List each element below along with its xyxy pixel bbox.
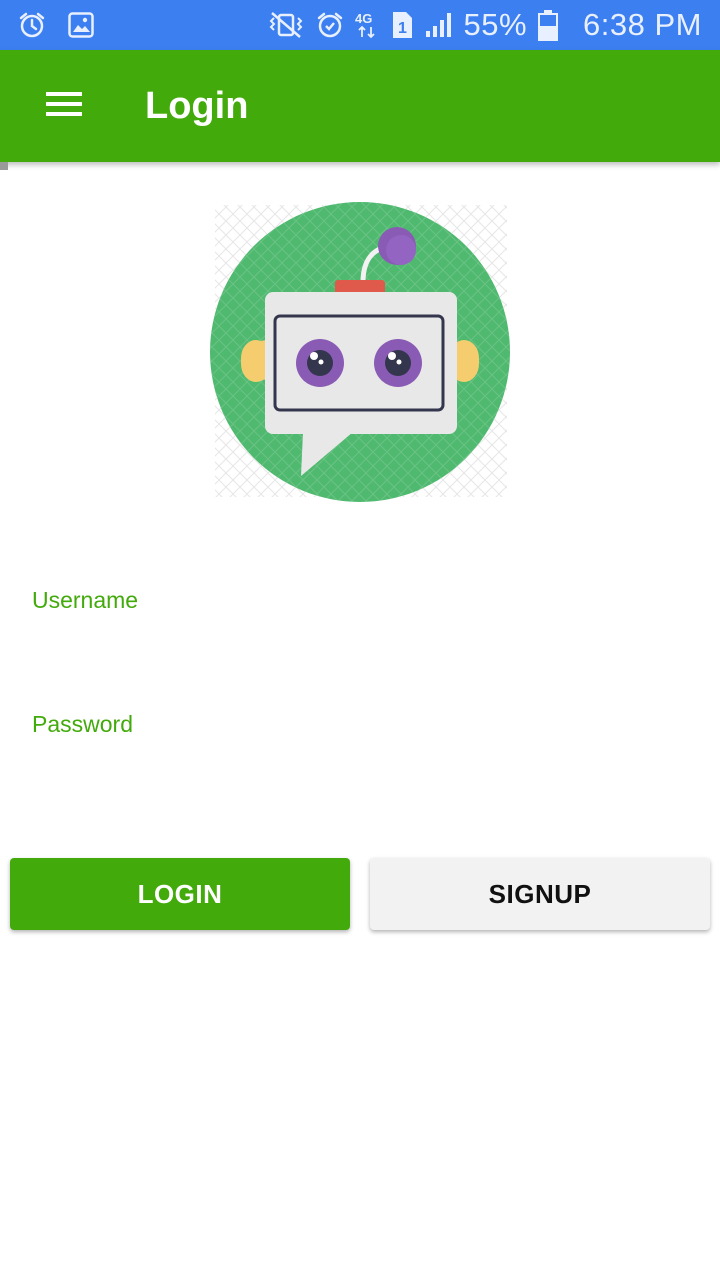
hamburger-menu-icon	[46, 91, 82, 122]
battery-icon	[537, 9, 559, 41]
battery-percent: 55%	[463, 7, 528, 42]
sim-1-icon: 1	[390, 10, 414, 40]
vibrate-mute-icon	[266, 10, 306, 40]
alarm-icon	[18, 11, 46, 39]
svg-text:4G: 4G	[355, 11, 372, 26]
status-bar-left	[18, 0, 94, 50]
username-label: Username	[32, 587, 139, 613]
signup-button[interactable]: SIGNUP	[370, 858, 710, 930]
network-4g-icon: 4G	[354, 10, 380, 40]
password-label: Password	[32, 711, 133, 737]
password-input[interactable]	[32, 744, 688, 784]
signal-icon	[424, 11, 454, 39]
username-input[interactable]	[32, 620, 688, 660]
menu-button[interactable]	[30, 80, 98, 132]
app-bar: Login	[0, 50, 720, 162]
alarm-icon	[316, 11, 344, 39]
status-bar-right: 4G 1 55% 6:38 PM	[266, 0, 703, 50]
username-field-group: Username	[32, 586, 688, 660]
image-icon	[68, 12, 94, 38]
robot-chat-logo	[205, 200, 515, 505]
svg-text:1: 1	[398, 20, 407, 37]
password-field-group: Password	[32, 710, 688, 784]
page-title: Login	[145, 85, 249, 127]
scroll-edge-indicator	[0, 162, 8, 170]
clock: 6:38 PM	[583, 7, 702, 42]
status-bar: 4G 1 55% 6:38 PM	[0, 0, 720, 50]
login-button[interactable]: LOGIN	[10, 858, 350, 930]
